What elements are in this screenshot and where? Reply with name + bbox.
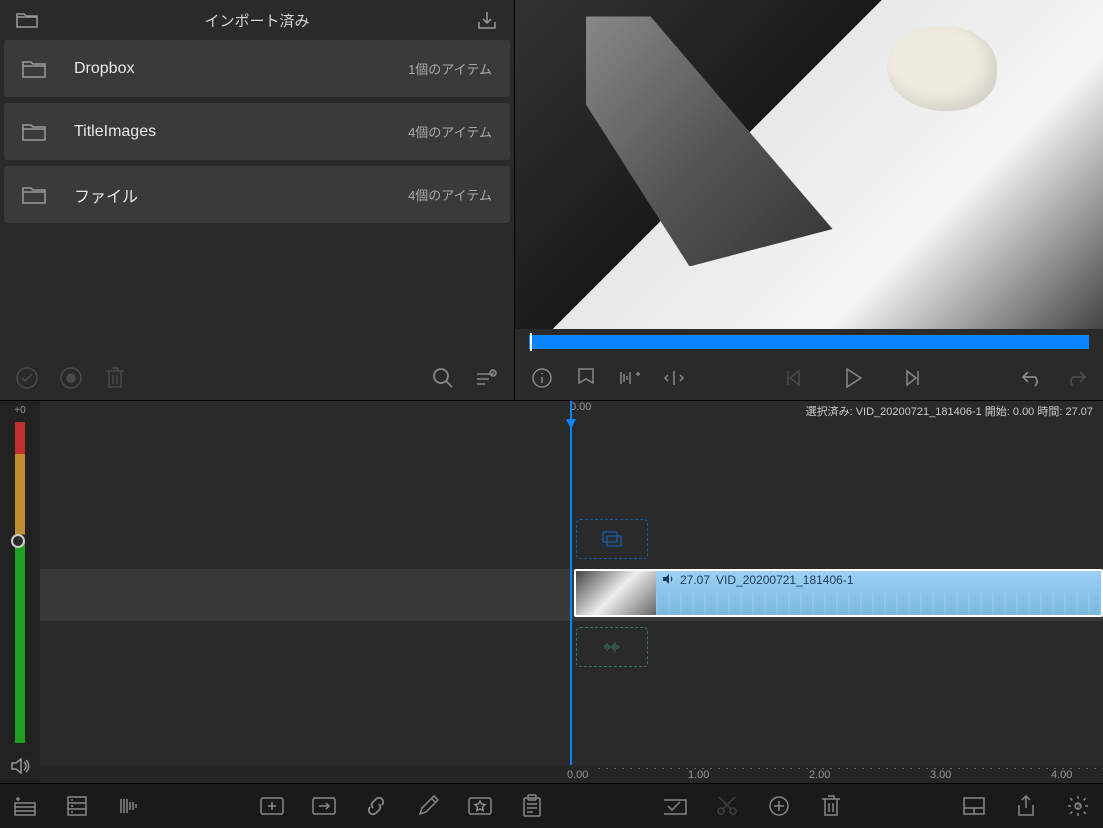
delete-icon[interactable] <box>816 791 846 821</box>
folder-item-files[interactable]: ファイル 4個のアイテム <box>4 166 510 223</box>
preview-controls <box>515 355 1103 400</box>
svg-text:?: ? <box>1075 802 1080 812</box>
scrub-bar[interactable] <box>515 329 1103 355</box>
folder-count: 4個のアイテム <box>408 122 492 141</box>
add-clip-icon[interactable] <box>257 791 287 821</box>
folder-item-dropbox[interactable]: Dropbox 1個のアイテム <box>4 40 510 97</box>
select-all-icon[interactable] <box>12 363 42 393</box>
cut-icon[interactable] <box>712 791 742 821</box>
library-panel: インポート済み Dropbox 1個のアイテム TitleImages 4個のア… <box>0 0 514 400</box>
link-icon[interactable] <box>361 791 391 821</box>
clip-thumbnail <box>576 571 656 615</box>
layout-icon[interactable] <box>959 791 989 821</box>
playhead[interactable] <box>570 401 572 765</box>
ruler-tick: 4.00 <box>1051 769 1072 781</box>
folder-name: TitleImages <box>62 123 408 141</box>
folder-item-titleimages[interactable]: TitleImages 4個のアイテム <box>4 103 510 160</box>
overlay-placeholder[interactable] <box>576 519 648 559</box>
svg-text:a: a <box>491 370 495 377</box>
favorite-icon[interactable] <box>465 791 495 821</box>
library-footer: a <box>0 355 514 400</box>
meter-bar[interactable] <box>15 422 25 743</box>
search-icon[interactable] <box>428 363 458 393</box>
clip-duration: 27.07 <box>680 573 710 587</box>
folder-icon <box>22 122 62 142</box>
info-icon[interactable] <box>527 363 557 393</box>
trash-icon[interactable] <box>100 363 130 393</box>
next-frame-icon[interactable] <box>898 363 928 393</box>
undo-icon[interactable] <box>1017 363 1047 393</box>
record-icon[interactable] <box>56 363 86 393</box>
timeline-panel: +0 0.00 選択済み: VID_20200721_181406-1 開始: … <box>0 400 1103 783</box>
ruler-tick: 0.00 <box>567 769 588 781</box>
audio-placeholder[interactable] <box>576 627 648 667</box>
add-track-icon[interactable] <box>10 791 40 821</box>
edit-icon[interactable] <box>413 791 443 821</box>
ripple-insert-icon[interactable] <box>615 363 645 393</box>
folder-name: ファイル <box>62 183 408 207</box>
settings-icon[interactable]: ? <box>1063 791 1093 821</box>
prev-frame-icon[interactable] <box>778 363 808 393</box>
library-title: インポート済み <box>40 10 474 31</box>
zoom-timeline-icon[interactable] <box>114 791 144 821</box>
volume-icon[interactable] <box>10 757 30 775</box>
scrub-track[interactable] <box>529 335 1089 349</box>
redo-icon[interactable] <box>1061 363 1091 393</box>
folder-icon <box>22 185 62 205</box>
play-icon[interactable] <box>838 363 868 393</box>
audio-level-meter: +0 <box>0 401 40 783</box>
selection-status: 選択済み: VID_20200721_181406-1 開始: 0.00 時間:… <box>806 403 1093 419</box>
split-icon[interactable] <box>659 363 689 393</box>
bottom-toolbar: ? <box>0 783 1103 828</box>
folder-nav-icon[interactable] <box>14 7 40 33</box>
track-list-icon[interactable] <box>62 791 92 821</box>
timeline-main[interactable]: 0.00 選択済み: VID_20200721_181406-1 開始: 0.0… <box>40 401 1103 783</box>
folder-list: Dropbox 1個のアイテム TitleImages 4個のアイテム ファイル… <box>0 40 514 355</box>
ruler-tick: 3.00 <box>930 769 951 781</box>
preview-panel <box>514 0 1103 400</box>
playhead-time: 0.00 <box>570 401 591 413</box>
folder-name: Dropbox <box>62 60 408 78</box>
add-icon[interactable] <box>764 791 794 821</box>
apply-icon[interactable] <box>660 791 690 821</box>
time-ruler[interactable]: 0.00 1.00 2.00 3.00 4.00 <box>40 765 1103 783</box>
folder-count: 1個のアイテム <box>408 59 492 78</box>
marker-icon[interactable] <box>571 363 601 393</box>
gain-label: +0 <box>14 405 25 416</box>
share-icon[interactable] <box>1011 791 1041 821</box>
preview-viewport[interactable] <box>515 0 1103 329</box>
library-header: インポート済み <box>0 0 514 40</box>
video-clip[interactable]: 27.07 VID_20200721_181406-1 <box>574 569 1103 617</box>
clip-name: VID_20200721_181406-1 <box>716 573 853 587</box>
import-icon[interactable] <box>474 7 500 33</box>
ruler-tick: 1.00 <box>688 769 709 781</box>
folder-icon <box>22 59 62 79</box>
ruler-tick: 2.00 <box>809 769 830 781</box>
sort-icon[interactable]: a <box>472 363 502 393</box>
transition-icon[interactable] <box>309 791 339 821</box>
folder-count: 4個のアイテム <box>408 185 492 204</box>
clipboard-icon[interactable] <box>517 791 547 821</box>
